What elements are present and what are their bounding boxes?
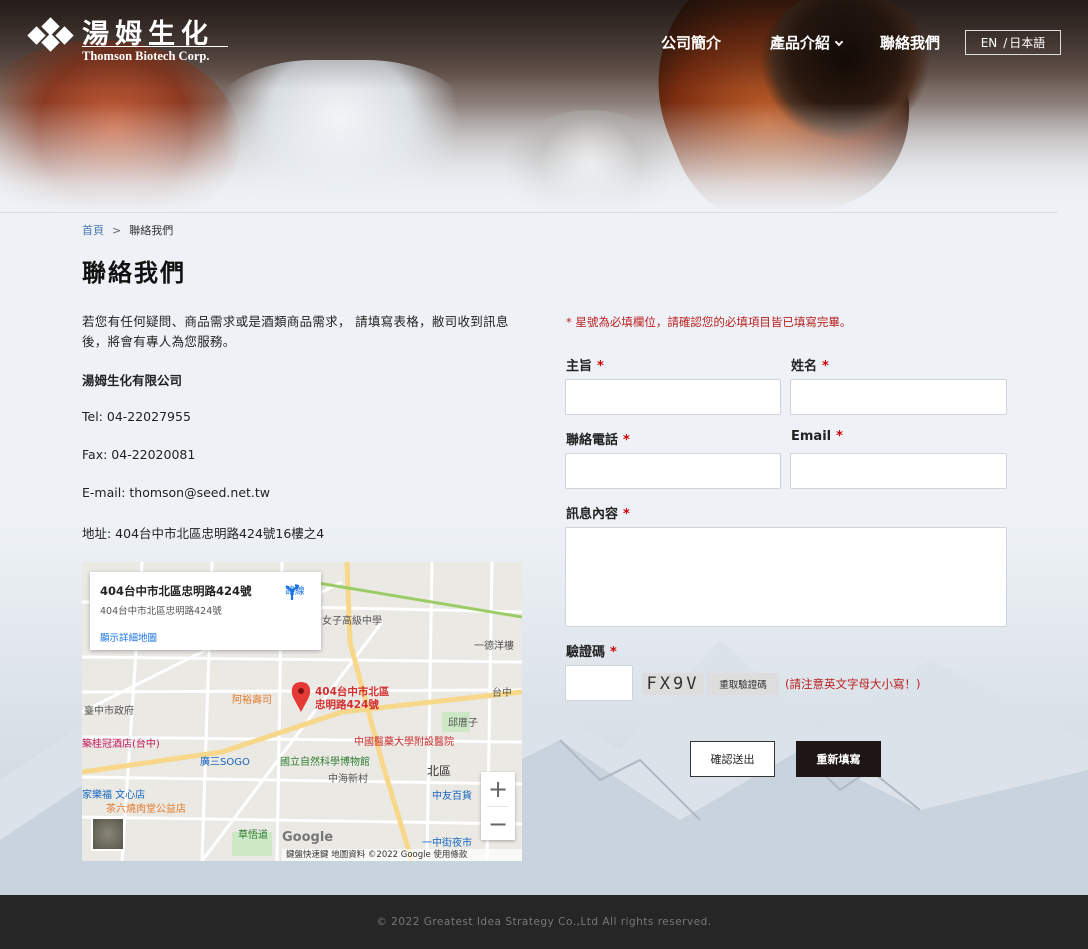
email-input[interactable] <box>790 453 1007 489</box>
breadcrumb: 首頁 > 聯絡我們 <box>82 222 173 238</box>
map-label-hotpot: 茶六燒肉堂公益店 <box>106 802 186 815</box>
site-logo[interactable]: 湯姆生化 Thomson Biotech Corp. <box>27 12 233 68</box>
name-input[interactable] <box>790 379 1007 415</box>
google-logo: Google <box>282 830 334 845</box>
captcha-input[interactable] <box>565 665 633 701</box>
site-footer: © 2022 Greatest Idea Strategy Co.,Ltd Al… <box>0 895 1088 949</box>
map-card-subtitle: 404台中市北區忠明路424號 <box>100 606 222 617</box>
contact-fax: Fax: 04-22020081 <box>82 447 196 462</box>
map-pin-label-2: 忠明路424號 <box>315 698 379 711</box>
map-attribution[interactable]: 鍵盤快速鍵 地圖資料 ©2022 Google 使用條款 <box>282 849 522 861</box>
email-label: Email * <box>791 429 843 444</box>
contact-address: 地址: 404台中市北區忠明路424號16樓之4 <box>82 526 325 541</box>
map-card-link[interactable]: 顯示詳細地圖 <box>100 630 157 644</box>
map-card-title: 404台中市北區忠明路424號 <box>100 584 252 598</box>
contact-tel: Tel: 04-22027955 <box>82 409 191 424</box>
map-label-sogo: 廣三SOGO <box>200 755 250 768</box>
lang-en[interactable]: EN <box>981 36 998 50</box>
header-divider <box>0 212 1058 213</box>
breadcrumb-sep: > <box>112 224 122 237</box>
map-label-park: 草悟道 <box>238 828 268 841</box>
directions-button[interactable]: 路線 <box>283 583 307 600</box>
company-name: 湯姆生化有限公司 <box>82 373 183 388</box>
name-label: 姓名 * <box>791 359 829 374</box>
map-label-village: 中海新村 <box>328 772 368 785</box>
map-label-museum: 國立自然科學博物館 <box>280 755 370 768</box>
nav-item-contact[interactable]: 聯絡我們 <box>880 32 940 53</box>
map-label-carrefour: 家樂福 文心店 <box>82 788 145 801</box>
map-label-district: 北區 <box>427 764 451 778</box>
captcha-label: 驗證碼 * <box>566 645 617 660</box>
map-label-restaurant: 阿裕壽司 <box>232 693 272 706</box>
satellite-toggle[interactable] <box>91 817 125 851</box>
reset-button[interactable]: 重新填寫 <box>796 741 881 777</box>
map-label-zhongtai: 台中 <box>492 686 512 699</box>
logo-name-en: Thomson Biotech Corp. <box>82 49 210 63</box>
captcha-note: (請注意英文字母大小寫！) <box>785 677 921 691</box>
map-label-hospital: 中國醫藥大學附設醫院 <box>354 735 454 748</box>
phone-input[interactable] <box>565 453 781 489</box>
lang-jp[interactable]: 日本語 <box>1009 34 1045 51</box>
map-pin-label-1: 404台中市北區 <box>315 685 390 698</box>
lang-sep: / <box>1003 35 1008 50</box>
phone-label: 聯絡電話 * <box>566 433 630 448</box>
required-note: * 星號為必填欄位，請確認您的必填項目皆已填寫完畢。 <box>566 315 852 329</box>
submit-button[interactable]: 確認送出 <box>690 741 775 777</box>
map-label-dept: 中友百貨 <box>432 789 472 802</box>
contact-intro: 若您有任何疑問、商品需求或是酒類商品需求， 請填寫表格，敝司收到訊息後，將會有專… <box>82 314 509 349</box>
map-label-yimg: 邱厝子 <box>448 716 478 729</box>
captcha-image: FX9V <box>642 673 704 695</box>
map-zoom-control: + − <box>481 772 515 840</box>
page-title: 聯絡我們 <box>82 259 186 287</box>
map-label-gov: 臺中市政府 <box>84 704 134 717</box>
contact-info: 若您有任何疑問、商品需求或是酒類商品需求， 請填寫表格，敝司收到訊息後，將會有專… <box>82 312 527 541</box>
nav-item-products[interactable]: 產品介紹 <box>770 32 844 53</box>
map-label-deyang: 一德洋樓 <box>474 639 514 652</box>
chevron-down-icon <box>834 37 844 47</box>
language-switcher: EN / 日本語 <box>965 30 1061 55</box>
nav-item-about[interactable]: 公司簡介 <box>661 32 721 53</box>
subject-label: 主旨 * <box>566 359 604 374</box>
breadcrumb-home[interactable]: 首頁 <box>82 224 104 237</box>
map-info-card: 404台中市北區忠明路424號 404台中市北區忠明路424號 顯示詳細地圖 路… <box>90 572 321 650</box>
map-label-night: 一中街夜市 <box>422 836 472 849</box>
nav-item-products-label: 產品介紹 <box>770 34 831 52</box>
zoom-in-button[interactable]: + <box>481 772 515 806</box>
google-map[interactable]: 女子高級中學 阿裕壽司 臺中市政府 築桂冠酒店(台中) 廣三SOGO 國立自然科… <box>82 562 522 861</box>
zoom-out-button[interactable]: − <box>481 807 515 841</box>
message-label: 訊息內容 * <box>566 507 630 522</box>
refresh-captcha-button[interactable]: 重取驗證碼 <box>707 673 779 695</box>
contact-email: E-mail: thomson@seed.net.tw <box>82 485 271 500</box>
breadcrumb-current: 聯絡我們 <box>129 224 174 237</box>
copyright: © 2022 Greatest Idea Strategy Co.,Ltd Al… <box>376 916 712 928</box>
map-label-hotel: 築桂冠酒店(台中) <box>82 737 160 750</box>
logo-diamond-icon <box>27 17 74 52</box>
message-textarea[interactable] <box>565 527 1007 627</box>
subject-input[interactable] <box>565 379 781 415</box>
map-label-school: 女子高級中學 <box>322 614 382 627</box>
directions-icon <box>285 583 300 600</box>
